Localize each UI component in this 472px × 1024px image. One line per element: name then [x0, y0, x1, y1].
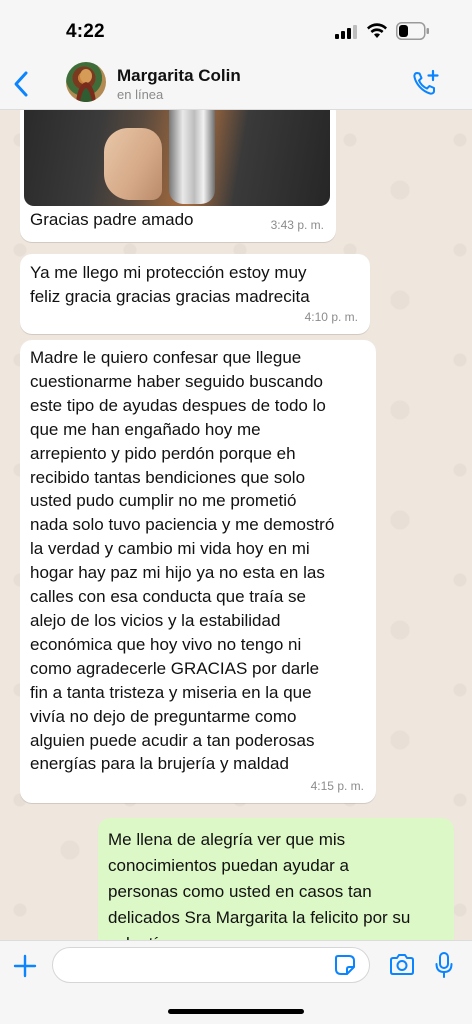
outgoing-message-bubble[interactable]: Me llena de alegría ver que mis conocimi…	[98, 818, 454, 940]
image-caption: Gracias padre amado	[30, 210, 194, 229]
contact-avatar[interactable]	[66, 62, 106, 102]
message-text: Me llena de alegría ver que mis conocimi…	[108, 830, 411, 940]
message-time: 4:15 p. m.	[310, 779, 364, 793]
statue-figure	[169, 110, 215, 204]
contact-name[interactable]: Margarita Colin	[117, 66, 241, 86]
add-call-icon[interactable]	[411, 68, 441, 98]
chat-header: Margarita Colin en línea	[0, 60, 472, 110]
status-bar: 4:22	[0, 0, 472, 60]
wifi-icon	[367, 23, 387, 38]
microphone-icon[interactable]	[434, 951, 454, 979]
signal-icon	[335, 25, 357, 39]
hand-thumb	[104, 128, 162, 200]
input-bar	[0, 940, 472, 1024]
status-time: 4:22	[66, 21, 105, 42]
message-time: 4:10 p. m.	[304, 310, 358, 324]
plus-icon[interactable]	[12, 953, 38, 979]
contact-status: en línea	[117, 87, 164, 102]
message-bubble[interactable]: Madre le quiero confesar que llegue cues…	[20, 340, 376, 803]
sticker-icon[interactable]	[334, 954, 356, 976]
message-text: Madre le quiero confesar que llegue cues…	[30, 348, 335, 774]
battery-icon	[396, 22, 429, 40]
image-message[interactable]: Gracias padre amado 3:43 p. m.	[20, 110, 336, 242]
message-input[interactable]	[52, 947, 370, 983]
back-chevron-icon[interactable]	[10, 70, 32, 98]
camera-icon[interactable]	[388, 953, 416, 977]
home-indicator[interactable]	[168, 1009, 304, 1014]
message-photo[interactable]	[24, 110, 330, 206]
message-text: Ya me llego mi protección estoy muy feli…	[30, 263, 310, 306]
chat-area[interactable]: Gracias padre amado 3:43 p. m. Ya me lle…	[0, 110, 472, 940]
message-time: 3:43 p. m.	[270, 218, 324, 232]
message-bubble[interactable]: Ya me llego mi protección estoy muy feli…	[20, 254, 370, 334]
